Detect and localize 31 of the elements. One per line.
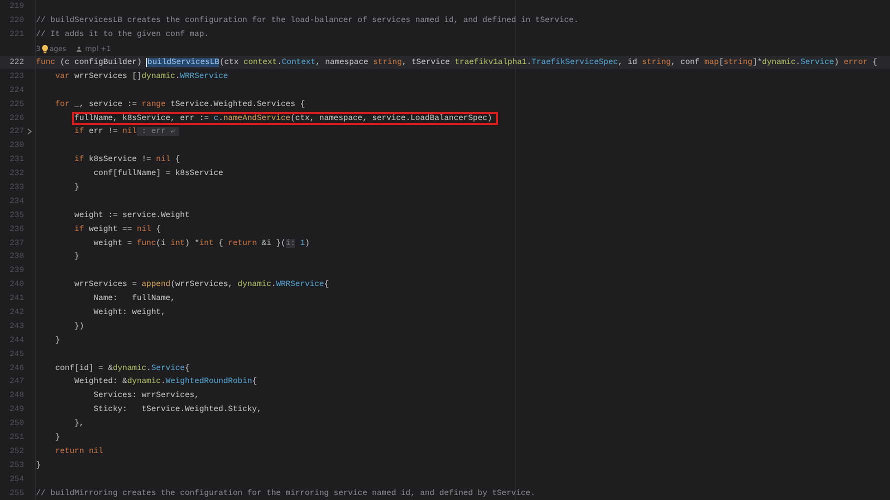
code-line: if weight == nil { (73, 224, 161, 234)
code-line: if err != nil : err ⤶ (36, 127, 180, 136)
code-line: Name: fullName, (92, 294, 176, 304)
code-line: // buildServicesLB creates the configuration for the load-balancer of services named id, and defined in tService. (36, 16, 578, 26)
code-line: } (73, 183, 80, 192)
code-line: Services: wrrServices, (92, 391, 200, 400)
person-icon (76, 46, 82, 52)
code-line: weight := service.Weight (73, 210, 190, 220)
line-number: 222 (8, 58, 24, 67)
code-line: Weighted: &dynamic.WeightedRoundRobin{ (73, 377, 257, 386)
code-line: wrrServices = append(wrrServices, dynamic.WRRService{ (73, 280, 329, 290)
code-line: } (36, 460, 41, 470)
code-line: }) (73, 322, 84, 331)
code-line: if k8sService != nil { (73, 155, 180, 164)
code-line: return nil (54, 446, 104, 456)
code-line: // It adds it to the given conf map. (36, 30, 209, 40)
code-line: for _, service := range tService.Weighted.Services { (54, 100, 305, 109)
code-line: // buildMirroring creates the configuration for the mirroring service named id, and defined by tService. (36, 488, 536, 498)
code-line: } (54, 433, 60, 442)
code-line: conf[id] = &dynamic.Service{ (54, 364, 190, 373)
lightbulb-icon[interactable] (41, 44, 50, 54)
code-line: weight = func(i int) *int { return &i }(i: 1) (92, 238, 310, 248)
code-line: conf[fullName] = k8sService (92, 169, 224, 178)
code-line: fullName, k8sService, err := c.nameAndService(ctx, namespace, service.LoadBalancerSpec) (74, 114, 496, 123)
code-line: Sticky: tService.Weighted.Sticky, (92, 405, 262, 414)
code-line: var wrrServices []dynamic.WRRService (54, 72, 228, 81)
code-line: }, (73, 419, 84, 428)
code-line: } (54, 336, 60, 345)
code-line: func (c configBuilder) buildServicesLB(ctx context.Context, namespace string, tService traefikv1alpha1.TraefikServiceSpec, id string, conf map[string]*dynamic.Service) error { (36, 58, 878, 67)
code-line: Weight: weight, (92, 308, 166, 318)
code-line: } (73, 252, 80, 262)
